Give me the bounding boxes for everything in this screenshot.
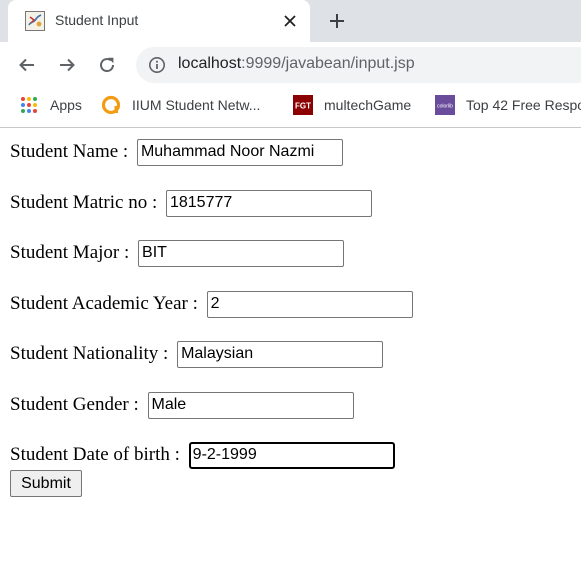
- page-content: Student Name : Student Matric no : Stude…: [0, 128, 581, 568]
- java-icon: [25, 11, 45, 31]
- student-nationality-label: Student Nationality :: [10, 343, 174, 364]
- browser-toolbar: localhost:9999/javabean/input.jsp: [0, 42, 581, 88]
- fgt-icon: FGT: [293, 95, 313, 115]
- forward-button[interactable]: [54, 52, 80, 78]
- student-major-label: Student Major :: [10, 242, 135, 263]
- student-matric-input[interactable]: [165, 189, 372, 217]
- browser-tab[interactable]: Student Input: [8, 0, 310, 42]
- back-arrow-icon: [19, 58, 34, 72]
- apps-grid-icon: [21, 97, 37, 113]
- student-academic-year-input[interactable]: [206, 290, 413, 318]
- bookmark-multechgame[interactable]: FGT multechGame: [293, 94, 411, 116]
- tab-title: Student Input: [55, 12, 139, 28]
- field-row-major: Student Major :: [10, 239, 345, 267]
- fgt-icon-text: FGT: [295, 102, 311, 111]
- student-gender-input[interactable]: [147, 391, 354, 419]
- tab-strip: Student Input: [0, 0, 581, 42]
- bookmark-label: IIUM Student Netw...: [132, 97, 261, 113]
- student-name-label: Student Name :: [10, 141, 133, 162]
- student-name-input[interactable]: [136, 138, 343, 166]
- url-path: :9999/javabean/input.jsp: [241, 55, 415, 72]
- student-nationality-input[interactable]: [177, 340, 384, 368]
- close-icon: [284, 15, 296, 27]
- reload-icon: [100, 57, 115, 73]
- address-bar[interactable]: localhost:9999/javabean/input.jsp: [136, 47, 581, 83]
- field-row-date-of-birth: Student Date of birth :: [10, 441, 395, 469]
- new-tab-button[interactable]: [326, 10, 348, 32]
- info-icon[interactable]: [148, 56, 166, 74]
- bookmark-apps[interactable]: Apps: [19, 94, 82, 116]
- field-row-name: Student Name :: [10, 138, 343, 166]
- student-academic-year-label: Student Academic Year :: [10, 293, 203, 314]
- bookmark-label: Top 42 Free Respo: [466, 97, 581, 113]
- iium-icon: [101, 95, 121, 115]
- field-row-gender: Student Gender :: [10, 391, 354, 419]
- bookmark-label: multechGame: [324, 97, 412, 113]
- student-date-of-birth-label: Student Date of birth :: [10, 444, 185, 465]
- close-tab-button[interactable]: [280, 11, 300, 31]
- field-row-nationality: Student Nationality :: [10, 340, 384, 368]
- url-host: localhost: [178, 55, 242, 72]
- student-date-of-birth-input[interactable]: [188, 441, 395, 469]
- bookmark-label: Apps: [50, 97, 82, 113]
- plus-icon: [330, 14, 344, 28]
- back-button[interactable]: [14, 52, 40, 78]
- forward-arrow-icon: [60, 58, 75, 72]
- field-row-matric: Student Matric no :: [10, 189, 372, 217]
- student-matric-label: Student Matric no :: [10, 192, 162, 213]
- url-text[interactable]: localhost:9999/javabean/input.jsp: [178, 55, 415, 73]
- submit-button[interactable]: Submit: [10, 470, 82, 497]
- colorlib-icon: colorlib: [435, 95, 455, 115]
- student-major-input[interactable]: [138, 239, 345, 267]
- bookmarks-bar: Apps IIUM Student Netw... FGT multechGam…: [0, 88, 581, 128]
- colorlib-icon-text: colorlib: [437, 104, 453, 110]
- reload-button[interactable]: [94, 52, 120, 78]
- bookmark-iium[interactable]: IIUM Student Netw...: [101, 94, 260, 116]
- field-row-academic-year: Student Academic Year :: [10, 290, 413, 318]
- bookmark-top42[interactable]: colorlib Top 42 Free Respo: [435, 94, 581, 116]
- student-gender-label: Student Gender :: [10, 394, 144, 415]
